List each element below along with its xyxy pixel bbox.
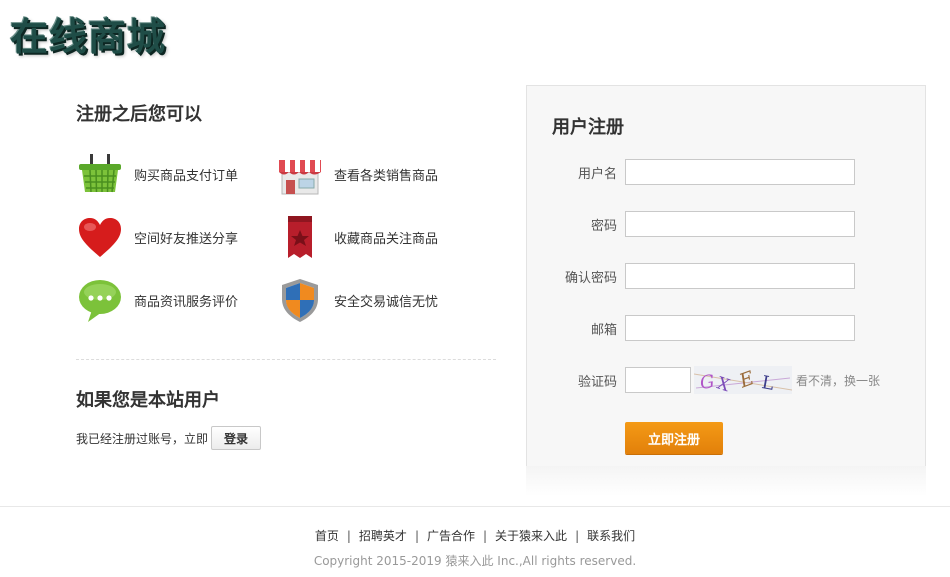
benefits-section: 注册之后您可以 购买商品支付订单 查看各类销售商品 空间好友推送分享 收藏商品关… xyxy=(76,100,496,450)
captcha-input[interactable] xyxy=(625,367,691,393)
captcha-row: 验证码 G X E L 看不清，换一张 xyxy=(527,366,880,394)
captcha-label: 验证码 xyxy=(577,374,617,390)
bookmark-icon xyxy=(288,216,312,258)
confirm-password-input[interactable] xyxy=(625,263,855,289)
existing-user-title: 如果您是本站用户 xyxy=(76,390,220,411)
chat-bubble-icon xyxy=(79,280,121,322)
heart-icon xyxy=(79,218,121,257)
panel-shadow xyxy=(526,466,926,496)
footer-link-ads[interactable]: 广告合作 xyxy=(427,529,475,543)
footer-link-about[interactable]: 关于猿来入此 xyxy=(495,529,567,543)
benefit-label: 收藏商品关注商品 xyxy=(334,231,439,247)
captcha-char: X xyxy=(714,373,733,394)
captcha-refresh-link[interactable]: 看不清，换一张 xyxy=(796,372,880,389)
login-prompt-row: 我已经注册过账号，立即 登录 xyxy=(76,426,262,450)
site-logo[interactable]: 在线商城 xyxy=(10,6,166,61)
username-label: 用户名 xyxy=(577,166,617,182)
register-submit-button[interactable]: 立即注册 xyxy=(625,422,723,454)
email-label: 邮箱 xyxy=(590,322,617,338)
register-title: 用户注册 xyxy=(552,117,624,138)
copyright-text: Copyright 2015-2019 猿来入此 Inc.,All rights… xyxy=(313,554,637,568)
footer-divider xyxy=(0,506,950,507)
footer-link-jobs[interactable]: 招聘英才 xyxy=(359,529,407,543)
benefit-item: 查看各类销售商品 xyxy=(276,150,438,198)
login-prompt-text: 我已经注册过账号，立即 xyxy=(76,431,209,446)
confirm-password-row: 确认密码 xyxy=(527,262,855,290)
benefit-item: 购买商品支付订单 xyxy=(76,150,238,198)
email-input[interactable] xyxy=(625,315,855,341)
username-input[interactable] xyxy=(625,159,855,185)
captcha-char: L xyxy=(760,372,775,394)
footer-links: 首页 | 招聘英才 | 广告合作 | 关于猿来入此 | 联系我们 xyxy=(0,527,950,544)
benefit-item: 商品资讯服务评价 xyxy=(76,276,238,324)
basket-icon xyxy=(79,154,121,193)
footer-link-home[interactable]: 首页 xyxy=(315,529,339,543)
captcha-char: E xyxy=(736,367,758,393)
footer-link-contact[interactable]: 联系我们 xyxy=(587,529,635,543)
password-input[interactable] xyxy=(625,211,855,237)
benefit-label: 空间好友推送分享 xyxy=(134,231,239,247)
store-icon xyxy=(279,160,321,195)
shield-icon xyxy=(282,279,318,322)
password-label: 密码 xyxy=(590,218,617,234)
benefit-label: 安全交易诚信无忧 xyxy=(334,294,439,310)
section-divider xyxy=(76,359,496,360)
footer-separator: | xyxy=(414,529,419,543)
login-button[interactable]: 登录 xyxy=(211,426,262,450)
benefit-label: 商品资讯服务评价 xyxy=(134,294,239,310)
benefits-title: 注册之后您可以 xyxy=(76,104,202,125)
benefit-item: 收藏商品关注商品 xyxy=(276,213,438,261)
register-panel: 用户注册 用户名 密码 确认密码 邮箱 验证码 G X E L 看不清，换一张 … xyxy=(526,85,926,467)
email-row: 邮箱 xyxy=(527,314,855,342)
captcha-graphic: G X E L xyxy=(694,367,792,394)
benefit-label: 查看各类销售商品 xyxy=(334,168,439,184)
footer-separator: | xyxy=(483,529,488,543)
password-row: 密码 xyxy=(527,210,855,238)
username-row: 用户名 xyxy=(527,158,855,186)
benefit-label: 购买商品支付订单 xyxy=(134,168,239,184)
footer-separator: | xyxy=(575,529,580,543)
confirm-password-label: 确认密码 xyxy=(564,270,617,286)
benefit-item: 安全交易诚信无忧 xyxy=(276,276,438,324)
captcha-image[interactable]: G X E L xyxy=(694,366,792,394)
benefit-item: 空间好友推送分享 xyxy=(76,213,238,261)
footer-separator: | xyxy=(346,529,351,543)
captcha-char: G xyxy=(699,371,716,394)
